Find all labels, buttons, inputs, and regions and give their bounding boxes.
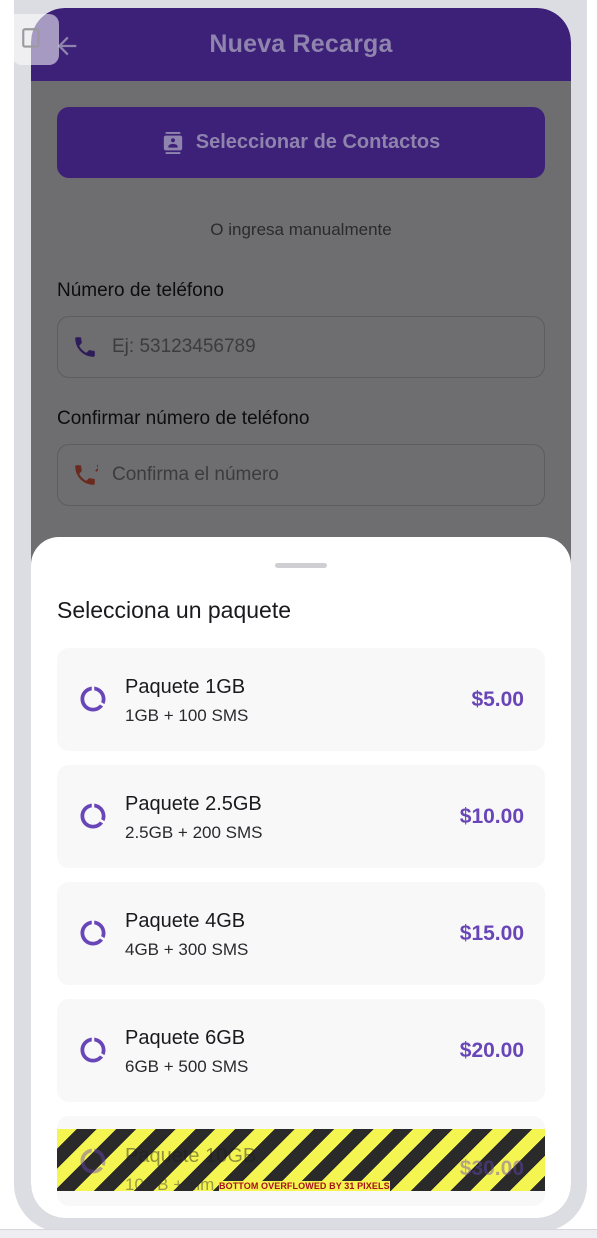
select-contacts-label: Seleccionar de Contactos	[195, 131, 441, 153]
package-item[interactable]: Paquete 6GB 6GB + 500 SMS $20.00	[57, 999, 545, 1102]
phone-field-label: Número de teléfono	[57, 280, 224, 301]
package-name: Paquete 10GB	[125, 1145, 257, 1167]
package-item[interactable]: Paquete 4GB 4GB + 300 SMS $15.00	[57, 882, 545, 985]
package-price: $10.00	[459, 805, 524, 828]
data-usage-icon	[80, 1037, 106, 1063]
bottom-edge	[0, 1229, 597, 1238]
overflow-warning-bar: Paquete 10GB 10GB + Ilim $30.00 BOTTOM O…	[57, 1129, 545, 1191]
phone-input[interactable]	[112, 336, 512, 358]
phone-missed-icon	[75, 464, 98, 485]
package-description: 10GB + Ilim	[125, 1175, 215, 1191]
sheet-title: Selecciona un paquete	[57, 597, 292, 623]
package-name: Paquete 1GB	[125, 676, 246, 698]
package-price: $5.00	[471, 688, 524, 711]
confirm-field-label: Confirmar número de teléfono	[57, 408, 310, 429]
window-toggle-icon	[22, 28, 40, 48]
app-bar: Nueva Recarga	[31, 8, 571, 81]
package-bottom-sheet: Selecciona un paquete Paquete 1GB 1GB + …	[31, 537, 571, 1218]
package-name: Paquete 6GB	[125, 1027, 246, 1049]
page-title: Nueva Recarga	[209, 30, 393, 58]
data-usage-icon	[80, 1148, 106, 1174]
package-description: 1GB + 100 SMS	[125, 706, 249, 725]
package-name: Paquete 4GB	[125, 910, 246, 932]
phone-field[interactable]	[57, 316, 545, 378]
app-screen: Nueva Recarga Seleccionar de Contactos O…	[31, 8, 571, 1218]
package-price: $15.00	[459, 922, 524, 945]
data-usage-icon	[80, 686, 106, 712]
confirm-phone-input[interactable]	[112, 464, 512, 486]
package-price: $30.00	[459, 1157, 524, 1180]
select-contacts-button[interactable]: Seleccionar de Contactos	[57, 107, 545, 178]
confirm-phone-field[interactable]	[57, 444, 545, 506]
overflow-warning-text: BOTTOM OVERFLOWED BY 31 PIXELS	[219, 1181, 390, 1191]
package-description: 6GB + 500 SMS	[125, 1057, 249, 1076]
package-name: Paquete 2.5GB	[125, 793, 262, 815]
data-usage-icon	[80, 803, 106, 829]
package-description: 2.5GB + 200 SMS	[125, 823, 263, 842]
package-price: $20.00	[459, 1039, 524, 1062]
manual-entry-hint: O ingresa manualmente	[210, 220, 392, 239]
phone-icon	[75, 337, 95, 357]
data-usage-icon	[80, 920, 106, 946]
window-widget[interactable]	[12, 14, 59, 65]
package-description: 4GB + 300 SMS	[125, 940, 249, 959]
drag-handle[interactable]	[275, 563, 327, 568]
contacts-icon	[163, 131, 182, 154]
package-item[interactable]: Paquete 1GB 1GB + 100 SMS $5.00	[57, 648, 545, 751]
package-item[interactable]: Paquete 2.5GB 2.5GB + 200 SMS $10.00	[57, 765, 545, 868]
